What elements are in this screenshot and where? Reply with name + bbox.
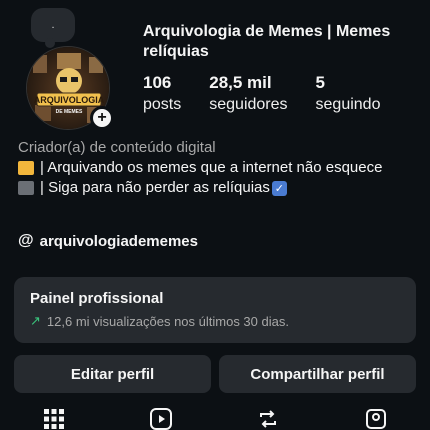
pro-panel-subtitle: 12,6 mi visualizações nos últimos 30 dia… <box>46 313 289 329</box>
grid-icon[interactable] <box>42 407 66 430</box>
pro-panel-subtitle-row: ↗ 12,6 mi visualizações nos últimos 30 d… <box>30 313 400 329</box>
bio-line-2: | Siga para não perder as relíquias ✓ <box>18 178 418 198</box>
stat-value: 106 <box>143 73 172 92</box>
profile-name: Arquivologia de Memes | Memes relíquias <box>143 23 391 60</box>
stat-label: posts <box>143 96 182 113</box>
threads-link[interactable]: @ arquivologiadememes <box>18 232 198 250</box>
note-bubble[interactable]: . <box>31 8 75 48</box>
category-label: Criador(a) de conteúdo digital <box>18 139 216 156</box>
stat-label: seguidores <box>209 96 288 113</box>
avatar-logo-subtext: DE MEMES <box>56 109 83 115</box>
threads-handle: arquivologiadememes <box>39 232 198 250</box>
trend-up-icon: ↗ <box>30 313 41 328</box>
person-silhouette-icon <box>18 181 34 195</box>
stat-label: seguindo <box>315 96 381 113</box>
edit-profile-button[interactable]: Editar perfil <box>14 355 211 393</box>
add-story-button[interactable]: + <box>90 106 114 130</box>
share-profile-button[interactable]: Compartilhar perfil <box>219 355 416 393</box>
pro-panel-title: Painel profissional <box>30 290 164 307</box>
bio-line-1: | Arquivando os memes que a internet não… <box>18 158 418 178</box>
note-text: . <box>51 19 55 31</box>
stat-followers[interactable]: 28,5 mil seguidores <box>209 72 287 116</box>
profile-stats: 106 posts 28,5 mil seguidores 5 seguindo <box>143 72 408 116</box>
tagged-icon[interactable] <box>364 407 388 430</box>
reposts-icon[interactable] <box>256 407 280 430</box>
stat-following[interactable]: 5 seguindo <box>316 72 381 116</box>
stat-value: 5 <box>315 73 325 92</box>
stat-posts[interactable]: 106 posts <box>143 72 181 116</box>
reels-icon[interactable] <box>149 407 173 430</box>
profile-tabs <box>0 405 430 430</box>
stat-value: 28,5 mil <box>209 73 272 92</box>
professional-dashboard[interactable]: Painel profissional ↗ 12,6 mi visualizaç… <box>14 277 416 343</box>
bio: Criador(a) de conteúdo digital | Arquiva… <box>18 138 418 198</box>
bio-text-2: | Siga para não perder as relíquias <box>40 179 270 196</box>
threads-icon: @ <box>18 232 34 249</box>
bio-text-1: | Arquivando os memes que a internet não… <box>40 159 383 176</box>
avatar-logo-text: ARQUIVOLOGIA <box>34 95 105 105</box>
checkmark-icon: ✓ <box>271 181 287 196</box>
folder-icon <box>18 161 34 175</box>
